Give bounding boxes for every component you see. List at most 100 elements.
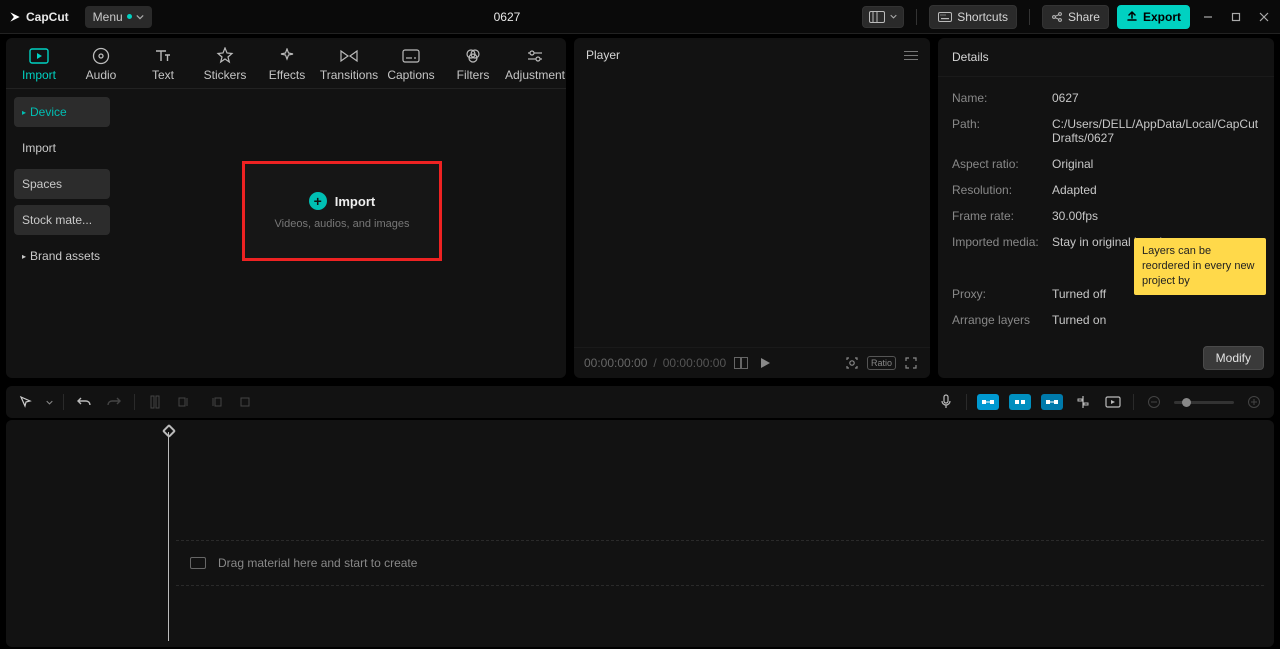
zoom-slider[interactable] xyxy=(1174,401,1234,404)
titlebar: CapCut Menu 0627 Shortcuts Share Export xyxy=(0,0,1280,34)
zoom-out-icon xyxy=(1144,392,1164,412)
export-button[interactable]: Export xyxy=(1117,5,1190,29)
modify-button[interactable]: Modify xyxy=(1203,346,1264,370)
project-title: 0627 xyxy=(152,10,863,24)
player-time-total: 00:00:00:00 xyxy=(663,356,726,370)
divider xyxy=(1029,9,1030,25)
detail-resolution: Adapted xyxy=(1052,183,1260,197)
track-magnet-2-icon[interactable] xyxy=(1009,394,1031,410)
details-title: Details xyxy=(938,38,1274,77)
titlebar-right: Shortcuts Share Export xyxy=(862,3,1280,31)
stickers-icon xyxy=(216,47,234,65)
filters-icon xyxy=(464,48,482,64)
plus-icon: + xyxy=(309,192,327,210)
fullscreen-icon[interactable] xyxy=(902,354,920,372)
window-minimize[interactable] xyxy=(1198,3,1218,31)
timeline[interactable]: Drag material here and start to create xyxy=(6,420,1274,647)
detail-name: 0627 xyxy=(1052,91,1260,105)
compare-icon[interactable] xyxy=(732,354,750,372)
details-panel: Details Name:0627 Path:C:/Users/DELL/App… xyxy=(938,38,1274,378)
shortcuts-label: Shortcuts xyxy=(957,10,1008,24)
track-magnet-3-icon[interactable] xyxy=(1041,394,1063,410)
ratio-button[interactable]: Ratio xyxy=(867,356,896,370)
text-icon xyxy=(154,48,172,64)
chevron-down-icon[interactable] xyxy=(46,399,53,406)
import-dropzone[interactable]: + Import Videos, audios, and images xyxy=(242,161,442,261)
playhead-handle[interactable] xyxy=(162,424,176,438)
layout-icon xyxy=(869,11,885,23)
import-area: + Import Videos, audios, and images xyxy=(118,89,566,378)
player-title: Player xyxy=(586,48,620,62)
captions-icon xyxy=(402,49,420,63)
undo-icon[interactable] xyxy=(74,392,94,412)
window-close[interactable] xyxy=(1254,3,1274,31)
zoom-in-icon xyxy=(1244,392,1264,412)
sidebar-item-brand[interactable]: ▸Brand assets xyxy=(14,241,110,271)
player-menu-icon[interactable] xyxy=(904,51,918,60)
redo-icon xyxy=(104,392,124,412)
effects-icon xyxy=(279,48,295,64)
media-panel: Import Audio Text Stickers Effects Trans… xyxy=(6,38,566,378)
play-icon[interactable] xyxy=(756,354,774,372)
layers-tooltip: Layers can be reordered in every new pro… xyxy=(1134,238,1266,295)
menu-dot-indicator xyxy=(127,14,132,19)
import-subtitle: Videos, audios, and images xyxy=(275,218,410,230)
transitions-icon xyxy=(340,49,358,63)
menu-label: Menu xyxy=(93,10,123,24)
tab-captions[interactable]: Captions xyxy=(384,44,438,84)
tab-stickers[interactable]: Stickers xyxy=(198,44,252,84)
sidebar-item-import[interactable]: Import xyxy=(14,133,110,163)
track-slot-icon xyxy=(190,557,206,569)
track-magnet-1-icon[interactable] xyxy=(977,394,999,410)
top-tabs: Import Audio Text Stickers Effects Trans… xyxy=(6,38,566,89)
sidebar-item-stock[interactable]: Stock mate... xyxy=(14,205,110,235)
share-label: Share xyxy=(1068,10,1100,24)
export-label: Export xyxy=(1143,10,1181,24)
menu-button[interactable]: Menu xyxy=(85,6,152,28)
keyboard-icon xyxy=(938,12,952,22)
delete-right-icon xyxy=(205,392,225,412)
tab-import[interactable]: Import xyxy=(12,44,66,84)
app-name: CapCut xyxy=(26,10,69,24)
timeline-track[interactable]: Drag material here and start to create xyxy=(176,540,1264,586)
timeline-toolbar xyxy=(6,386,1274,418)
split-icon xyxy=(145,392,165,412)
player-viewport[interactable] xyxy=(574,72,930,347)
logo-icon xyxy=(8,10,22,24)
mic-icon[interactable] xyxy=(936,392,956,412)
shortcuts-button[interactable]: Shortcuts xyxy=(929,5,1017,29)
share-icon xyxy=(1051,11,1063,23)
import-title: Import xyxy=(335,194,375,209)
media-sidebar: ▸Device Import Spaces Stock mate... ▸Bra… xyxy=(6,89,118,378)
detail-framerate: 30.00fps xyxy=(1052,209,1260,223)
detail-path: C:/Users/DELL/AppData/Local/CapCut Draft… xyxy=(1052,117,1260,145)
app-logo: CapCut xyxy=(0,10,77,24)
tab-filters[interactable]: Filters xyxy=(446,44,500,84)
playhead-line xyxy=(168,432,169,641)
preview-icon[interactable] xyxy=(1103,392,1123,412)
tab-audio[interactable]: Audio xyxy=(74,44,128,84)
divider xyxy=(916,9,917,25)
chevron-down-icon xyxy=(136,13,144,21)
share-button[interactable]: Share xyxy=(1042,5,1109,29)
tab-adjustment[interactable]: Adjustment xyxy=(508,44,562,84)
tab-transitions[interactable]: Transitions xyxy=(322,44,376,84)
audio-icon xyxy=(92,47,110,65)
tab-text[interactable]: Text xyxy=(136,44,190,84)
sidebar-item-device[interactable]: ▸Device xyxy=(14,97,110,127)
sidebar-item-spaces[interactable]: Spaces xyxy=(14,169,110,199)
timeline-drop-hint: Drag material here and start to create xyxy=(218,556,417,570)
chevron-down-icon xyxy=(890,13,897,20)
scan-icon[interactable] xyxy=(843,354,861,372)
player-time-current: 00:00:00:00 xyxy=(584,356,647,370)
detail-aspect: Original xyxy=(1052,157,1260,171)
cursor-tool-icon[interactable] xyxy=(16,392,36,412)
export-icon xyxy=(1126,11,1138,23)
detail-layers: Turned on xyxy=(1052,313,1260,327)
tab-effects[interactable]: Effects xyxy=(260,44,314,84)
player-panel: Player 00:00:00:00 / 00:00:00:00 Ratio xyxy=(574,38,930,378)
window-maximize[interactable] xyxy=(1226,3,1246,31)
adjustment-icon xyxy=(526,49,544,63)
align-icon[interactable] xyxy=(1073,392,1093,412)
layout-button[interactable] xyxy=(862,6,904,28)
